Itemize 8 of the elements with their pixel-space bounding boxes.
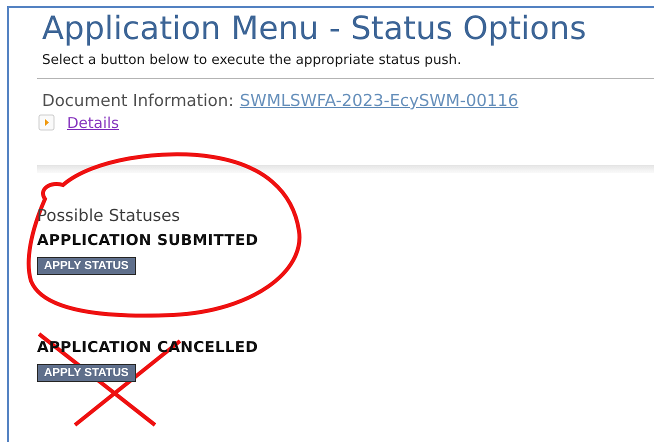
status-name: APPLICATION SUBMITTED bbox=[37, 231, 260, 249]
document-label: Document Information: bbox=[42, 91, 234, 110]
document-link[interactable]: SWMLSWFA-2023-EcySWM-00116 bbox=[240, 91, 518, 110]
page-title: Application Menu - Status Options bbox=[42, 8, 588, 48]
instructions-text: Select a button below to execute the appropriate status push. bbox=[42, 52, 462, 68]
apply-status-button[interactable]: APPLY STATUS bbox=[37, 257, 136, 275]
details-link[interactable]: Details bbox=[67, 114, 120, 132]
apply-status-button[interactable]: APPLY STATUS bbox=[37, 364, 136, 382]
